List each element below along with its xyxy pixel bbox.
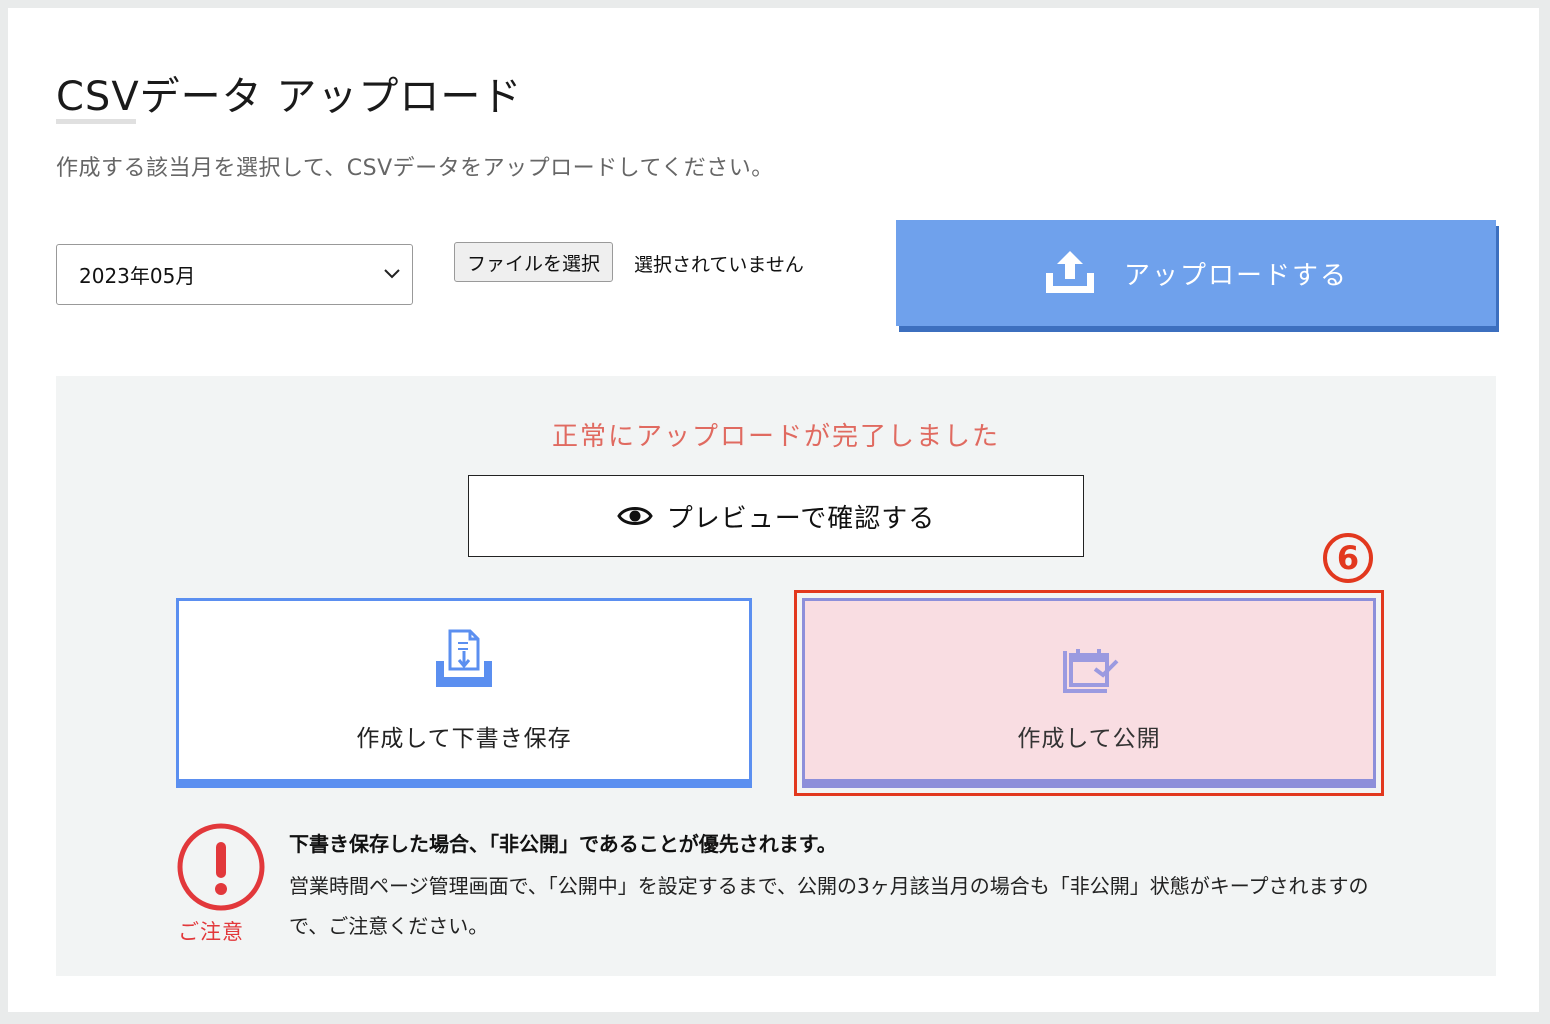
save-draft-button[interactable]: 作成して下書き保存 [176, 598, 752, 788]
step-6-badge: 6 [1323, 533, 1373, 583]
step-badge-number: 6 [1337, 539, 1359, 577]
preview-button-label: プレビューで確認する [666, 503, 936, 534]
caution-label: ご注意 [178, 920, 244, 944]
notice-body: 営業時間ページ管理画面で、「公開中」を設定するまで、公開の3ヶ月該当月の場合も「… [289, 874, 1369, 938]
result-panel: 正常にアップロードが完了しました プレビューで確認する 作成して下書き保存 作成… [56, 376, 1496, 976]
exclamation-icon [177, 823, 265, 911]
publish-calendar-icon [1063, 649, 1119, 693]
preview-button[interactable]: プレビューで確認する [468, 475, 1084, 557]
create-and-publish-button[interactable]: 作成して公開 [802, 598, 1376, 788]
upload-icon [1045, 251, 1094, 293]
notice-title: 下書き保存した場合、「非公開」であることが優先されます。 [289, 832, 837, 856]
page-title: CSVデータ アップロード [56, 74, 523, 120]
file-status-text: 選択されていません [634, 254, 804, 276]
eye-icon [617, 507, 653, 525]
draft-save-icon [436, 629, 492, 687]
choose-file-button[interactable]: ファイルを選択 [454, 242, 614, 282]
month-select-value: 2023年05月 [79, 264, 196, 288]
success-message: 正常にアップロードが完了しました [551, 422, 1000, 452]
save-draft-button-label: 作成して下書き保存 [356, 726, 572, 752]
upload-button-label: アップロードする [1123, 260, 1348, 291]
page-subtitle: 作成する該当月を選択して、CSVデータをアップロードしてください。 [56, 156, 774, 181]
upload-card: CSVデータ アップロード 作成する該当月を選択して、CSVデータをアップロード… [8, 8, 1539, 1012]
create-and-publish-button-label: 作成して公開 [1017, 726, 1161, 752]
month-select[interactable]: 2023年05月 [56, 244, 413, 305]
upload-button[interactable]: アップロードする [896, 220, 1496, 326]
title-underline [56, 119, 136, 124]
chevron-down-icon [384, 269, 400, 279]
